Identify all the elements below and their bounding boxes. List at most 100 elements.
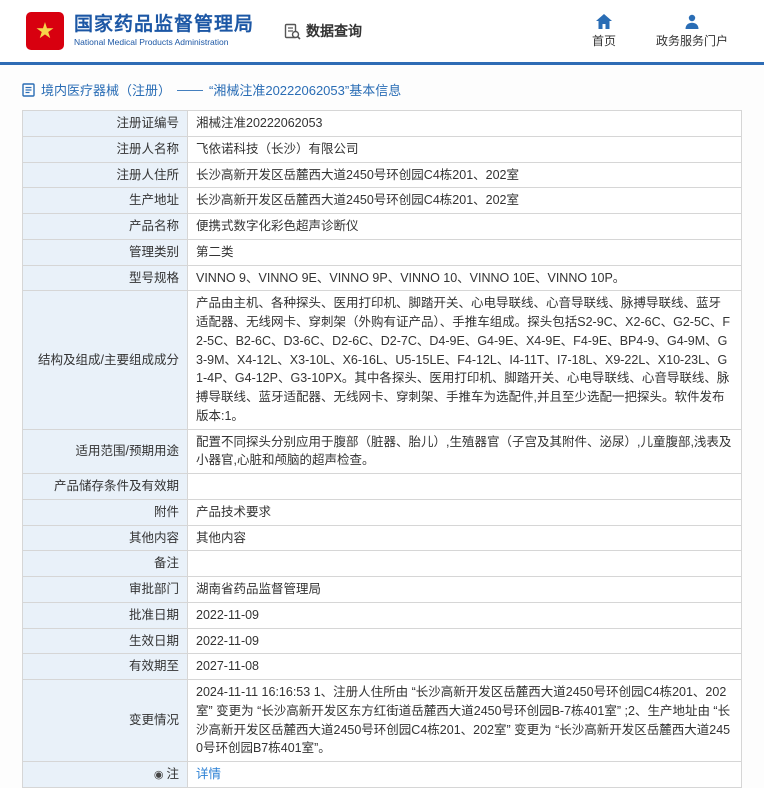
row-label-text: 附件 xyxy=(154,505,179,519)
row-value-text: 2022-11-09 xyxy=(196,634,259,648)
agency-name-en: National Medical Products Administration xyxy=(74,38,254,48)
row-value-text: 便携式数字化彩色超声诊断仪 xyxy=(196,219,359,233)
row-value: VINNO 9、VINNO 9E、VINNO 9P、VINNO 10、VINNO… xyxy=(188,265,742,291)
row-label: 生产地址 xyxy=(23,188,188,214)
row-label-text: 生产地址 xyxy=(129,193,179,207)
row-label: 注册人住所 xyxy=(23,162,188,188)
row-value-text: VINNO 9、VINNO 9E、VINNO 9P、VINNO 10、VINNO… xyxy=(196,271,625,285)
row-label-text: 注册证编号 xyxy=(116,116,179,130)
row-value-text: 第二类 xyxy=(196,245,234,259)
row-label-text: 批准日期 xyxy=(129,608,179,622)
table-row: 变更情况 2024-11-11 16:16:53 1、注册人住所由 “长沙高新开发… xyxy=(23,680,742,762)
row-value: 详情 xyxy=(188,762,742,788)
row-label-text: 生效日期 xyxy=(129,634,179,648)
agency-title-block: 国家药品监督管理局 National Medical Products Admi… xyxy=(74,14,254,48)
row-label: 变更情况 xyxy=(23,680,188,762)
row-value: 配置不同探头分别应用于腹部（脏器、胎儿）,生殖器官（子宫及其附件、泌尿）,儿童腹… xyxy=(188,429,742,474)
row-label: 产品储存条件及有效期 xyxy=(23,474,188,500)
row-value-text: 产品由主机、各种探头、医用打印机、脚踏开关、心电导联线、心音导联线、脉搏导联线、… xyxy=(196,296,730,423)
row-label: 产品名称 xyxy=(23,214,188,240)
row-label-text: 型号规格 xyxy=(129,271,179,285)
table-row: 适用范围/预期用途 配置不同探头分别应用于腹部（脏器、胎儿）,生殖器官（子宫及其附… xyxy=(23,429,742,474)
data-query-button[interactable]: 数据查询 xyxy=(284,21,362,41)
table-row: 结构及组成/主要组成成分 产品由主机、各种探头、医用打印机、脚踏开关、心电导联线、… xyxy=(23,291,742,429)
table-row: 附件 产品技术要求 xyxy=(23,499,742,525)
row-label: 管理类别 xyxy=(23,239,188,265)
row-value-text: 湘械注准20222062053 xyxy=(196,116,322,130)
row-value: 湘械注准20222062053 xyxy=(188,111,742,137)
table-row: 生产地址 长沙高新开发区岳麓西大道2450号环创园C4栋201、202室 xyxy=(23,188,742,214)
row-label-text: 其他内容 xyxy=(129,531,179,545)
row-label-text: 适用范围/预期用途 xyxy=(76,444,179,458)
header: ★ 国家药品监督管理局 National Medical Products Ad… xyxy=(0,0,764,62)
row-label: 注册人名称 xyxy=(23,136,188,162)
row-label: ◉注 xyxy=(23,762,188,788)
table-row: 审批部门 湖南省药品监督管理局 xyxy=(23,577,742,603)
row-value-text: 飞依诺科技（长沙）有限公司 xyxy=(196,142,359,156)
info-table-body: 注册证编号湘械注准20222062053注册人名称飞依诺科技（长沙）有限公司注册… xyxy=(23,111,742,788)
home-icon xyxy=(596,14,612,29)
row-label-text: 产品储存条件及有效期 xyxy=(54,479,179,493)
user-icon xyxy=(684,14,700,29)
row-label-text: 备注 xyxy=(154,556,179,570)
row-label-text: 结构及组成/主要组成成分 xyxy=(38,353,179,367)
table-row: 注册人住所长沙高新开发区岳麓西大道2450号环创园C4栋201、202室 xyxy=(23,162,742,188)
row-value: 飞依诺科技（长沙）有限公司 xyxy=(188,136,742,162)
row-label-text: 管理类别 xyxy=(129,245,179,259)
row-value-text: 长沙高新开发区岳麓西大道2450号环创园C4栋201、202室 xyxy=(196,168,519,182)
row-label: 生效日期 xyxy=(23,628,188,654)
info-table-wrap: 注册证编号湘械注准20222062053注册人名称飞依诺科技（长沙）有限公司注册… xyxy=(22,110,742,788)
row-value-text: 配置不同探头分别应用于腹部（脏器、胎儿）,生殖器官（子宫及其附件、泌尿）,儿童腹… xyxy=(196,435,731,468)
row-label: 备注 xyxy=(23,551,188,577)
table-row: 注册证编号 湘械注准20222062053 xyxy=(23,111,742,137)
row-value: 产品由主机、各种探头、医用打印机、脚踏开关、心电导联线、心音导联线、脉搏导联线、… xyxy=(188,291,742,429)
row-value-text: 2024-11-11 16:16:53 1、注册人住所由 “长沙高新开发区岳麓西… xyxy=(196,685,730,755)
agency-name-cn: 国家药品监督管理局 xyxy=(74,14,254,36)
row-label-text: 审批部门 xyxy=(129,582,179,596)
row-value: 2022-11-09 xyxy=(188,602,742,628)
breadcrumb: 境内医疗器械（注册） —— “湘械注准20222062053”基本信息 xyxy=(0,65,764,110)
row-label: 注册证编号 xyxy=(23,111,188,137)
nav-home-label: 首页 xyxy=(592,32,616,49)
row-label-text: 变更情况 xyxy=(129,713,179,727)
nav-home[interactable]: 首页 xyxy=(592,14,616,49)
row-value: 长沙高新开发区岳麓西大道2450号环创园C4栋201、202室 xyxy=(188,162,742,188)
nav-portal-label: 政务服务门户 xyxy=(656,32,728,49)
row-value: 第二类 xyxy=(188,239,742,265)
table-row: 备注 xyxy=(23,551,742,577)
page-title: “湘械注准20222062053”基本信息 xyxy=(209,80,401,99)
row-value-text: 湖南省药品监督管理局 xyxy=(196,582,321,596)
row-label: 审批部门 xyxy=(23,577,188,603)
row-label: 结构及组成/主要组成成分 xyxy=(23,291,188,429)
note-icon: ◉ xyxy=(154,769,164,781)
row-value: 湖南省药品监督管理局 xyxy=(188,577,742,603)
row-value: 其他内容 xyxy=(188,525,742,551)
row-value-text: 2022-11-09 xyxy=(196,608,259,622)
national-emblem-logo: ★ xyxy=(26,12,64,50)
breadcrumb-dash: —— xyxy=(177,82,203,97)
row-value: 产品技术要求 xyxy=(188,499,742,525)
row-label: 附件 xyxy=(23,499,188,525)
row-label: 其他内容 xyxy=(23,525,188,551)
row-value-text: 2027-11-08 xyxy=(196,659,259,673)
table-row: 产品名称 便携式数字化彩色超声诊断仪 xyxy=(23,214,742,240)
nav-portal[interactable]: 政务服务门户 xyxy=(656,14,728,49)
row-value-text: 产品技术要求 xyxy=(196,505,271,519)
breadcrumb-section[interactable]: 境内医疗器械（注册） xyxy=(41,80,171,99)
detail-link[interactable]: 详情 xyxy=(196,767,221,781)
row-label-text: 注 xyxy=(166,767,179,781)
row-label-text: 产品名称 xyxy=(129,219,179,233)
table-row: 产品储存条件及有效期 xyxy=(23,474,742,500)
row-value: 便携式数字化彩色超声诊断仪 xyxy=(188,214,742,240)
table-row: ◉注详情 xyxy=(23,762,742,788)
table-row: 型号规格 VINNO 9、VINNO 9E、VINNO 9P、VINNO 10、V… xyxy=(23,265,742,291)
row-label-text: 注册人名称 xyxy=(116,142,179,156)
row-value-text: 长沙高新开发区岳麓西大道2450号环创园C4栋201、202室 xyxy=(196,193,519,207)
table-row: 批准日期 2022-11-09 xyxy=(23,602,742,628)
table-row: 注册人名称 飞依诺科技（长沙）有限公司 xyxy=(23,136,742,162)
row-value xyxy=(188,551,742,577)
row-value: 2027-11-08 xyxy=(188,654,742,680)
data-query-label: 数据查询 xyxy=(306,21,362,41)
header-nav: 首页 政务服务门户 xyxy=(592,14,738,49)
row-label: 适用范围/预期用途 xyxy=(23,429,188,474)
